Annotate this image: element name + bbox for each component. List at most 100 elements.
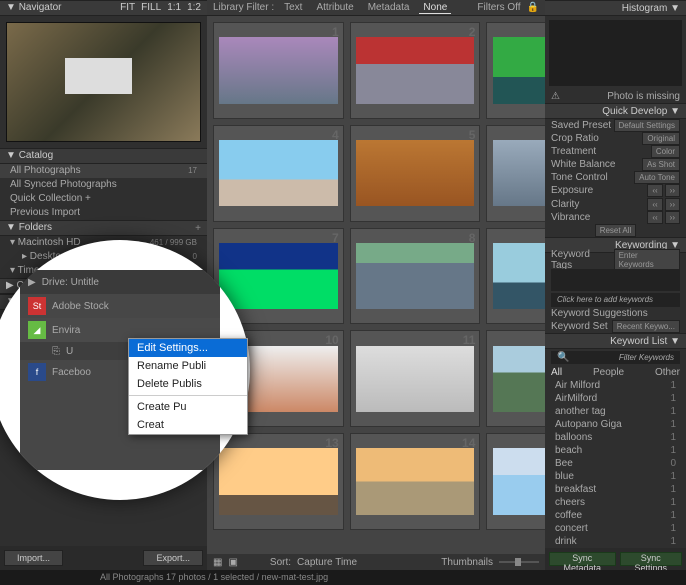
saved-preset-button[interactable]: Default Settings: [614, 119, 680, 132]
thumbnail-cell[interactable]: 6: [486, 125, 545, 222]
histogram-header[interactable]: Histogram ▼: [545, 0, 686, 16]
menu-edit-settings[interactable]: Edit Settings...: [129, 339, 247, 357]
chevron-down-icon: ▼: [6, 0, 16, 16]
navigator-title: Navigator: [19, 0, 62, 16]
keyword-set-button[interactable]: Recent Keywo...: [612, 320, 680, 333]
thumb-size-slider[interactable]: [499, 561, 539, 563]
keyword-item[interactable]: beach1: [545, 444, 686, 457]
sync-settings-button[interactable]: Sync Settings: [620, 552, 682, 566]
keyword-item[interactable]: Autopano Giga1: [545, 418, 686, 431]
envira-label: Envira: [52, 325, 80, 336]
search-icon: 🔍: [557, 352, 569, 363]
keyword-item[interactable]: another tag1: [545, 405, 686, 418]
zoom-1-2[interactable]: 1:2: [187, 0, 201, 16]
keyword-add-input[interactable]: Click here to add keywords: [557, 295, 653, 304]
crop-ratio-button[interactable]: Original: [642, 132, 680, 145]
keyword-item[interactable]: Bee0: [545, 457, 686, 470]
filters-off[interactable]: Filters Off: [477, 2, 520, 13]
treatment-button[interactable]: Color: [651, 145, 680, 158]
chevron-down-icon: ▼: [6, 148, 16, 164]
folders-header[interactable]: ▼ Folders +: [0, 220, 207, 236]
zoom-1-1[interactable]: 1:1: [167, 0, 181, 16]
clarity-plus[interactable]: ››: [665, 198, 680, 211]
keyword-item[interactable]: cheers1: [545, 496, 686, 509]
menu-create-1[interactable]: Create Pu: [129, 398, 247, 416]
navigator-preview[interactable]: [6, 22, 201, 142]
export-button[interactable]: Export...: [143, 550, 203, 566]
thumbnail-cell[interactable]: 14: [350, 433, 481, 530]
thumbnail-cell[interactable]: 1: [213, 22, 344, 119]
thumbnail-cell[interactable]: 13: [213, 433, 344, 530]
library-filter-bar: Library Filter : Text Attribute Metadata…: [207, 0, 545, 16]
keyword-tags-label: Keyword Tags: [551, 249, 614, 271]
filter-tab-text[interactable]: Text: [280, 2, 306, 13]
histogram-area: [549, 20, 682, 86]
quickdev-header[interactable]: Quick Develop ▼: [545, 103, 686, 119]
sort-label: Sort:: [270, 557, 291, 568]
keyword-item[interactable]: drink1: [545, 535, 686, 548]
thumbnail-cell[interactable]: 11: [350, 330, 481, 427]
chevron-right-icon: ▶: [6, 278, 14, 294]
exposure-minus[interactable]: ‹‹: [647, 184, 662, 197]
keyword-item[interactable]: AirMilford1: [545, 392, 686, 405]
kw-tab-other[interactable]: Other: [655, 367, 680, 378]
kw-tab-all[interactable]: All: [551, 367, 562, 378]
thumbnail-cell[interactable]: 8: [350, 228, 481, 325]
reset-all-button[interactable]: Reset All: [595, 224, 637, 237]
histogram-title: Histogram: [622, 3, 668, 14]
thumbnail-cell[interactable]: 9: [486, 228, 545, 325]
kw-tab-people[interactable]: People: [593, 367, 624, 378]
vibrance-minus[interactable]: ‹‹: [647, 211, 662, 224]
publish-hard-drive[interactable]: ▶ Drive: Untitle: [20, 270, 220, 294]
catalog-item[interactable]: Quick Collection +: [0, 192, 207, 206]
thumbnail-cell[interactable]: 15: [486, 433, 545, 530]
menu-create-2[interactable]: Creat: [129, 416, 247, 434]
filter-tab-metadata[interactable]: Metadata: [364, 2, 414, 13]
catalog-item[interactable]: Previous Import: [0, 206, 207, 220]
grid-view-icon[interactable]: ▦: [213, 557, 222, 568]
catalog-item[interactable]: All Synced Photographs: [0, 178, 207, 192]
crop-ratio-label: Crop Ratio: [551, 133, 599, 144]
sort-value[interactable]: Capture Time: [297, 557, 357, 568]
filter-tab-none[interactable]: None: [419, 2, 451, 14]
keywordlist-header[interactable]: Keyword List ▼: [545, 333, 686, 349]
chevron-down-icon: ▼: [670, 106, 680, 117]
clarity-minus[interactable]: ‹‹: [647, 198, 662, 211]
left-bottom-buttons: Import... Export...: [0, 546, 207, 570]
toolbar: ▦ ▣ Sort: Capture Time Thumbnails: [207, 554, 545, 570]
catalog-header[interactable]: ▼ Catalog: [0, 148, 207, 164]
lock-icon[interactable]: 🔒: [527, 2, 539, 13]
keyword-tags-button[interactable]: Enter Keywords: [614, 249, 680, 271]
auto-tone-button[interactable]: Auto Tone: [634, 171, 680, 184]
thumbnail-cell[interactable]: 4: [213, 125, 344, 222]
thumbnail-grid[interactable]: 123456789101112131415: [207, 16, 545, 536]
thumbnail-cell[interactable]: 5: [350, 125, 481, 222]
thumbnail-cell[interactable]: 2: [350, 22, 481, 119]
menu-rename-publish[interactable]: Rename Publi: [129, 357, 247, 375]
sync-metadata-button[interactable]: Sync Metadata: [549, 552, 616, 566]
keyword-item[interactable]: blue1: [545, 470, 686, 483]
facebook-icon: f: [28, 363, 46, 381]
filter-tab-attribute[interactable]: Attribute: [312, 2, 357, 13]
publish-adobe-stock[interactable]: St Adobe Stock: [20, 294, 220, 318]
keyword-item[interactable]: Air Milford1: [545, 379, 686, 392]
context-menu: Edit Settings... Rename Publi Delete Pub…: [128, 338, 248, 435]
wb-button[interactable]: As Shot: [642, 158, 680, 171]
loupe-view-icon[interactable]: ▣: [228, 557, 237, 568]
zoom-fill[interactable]: FILL: [141, 0, 161, 16]
menu-delete-publish[interactable]: Delete Publis: [129, 375, 247, 393]
keyword-item[interactable]: coffee1: [545, 509, 686, 522]
catalog-item[interactable]: All Photographs17: [0, 164, 207, 178]
keyword-item[interactable]: breakfast1: [545, 483, 686, 496]
import-button[interactable]: Import...: [4, 550, 63, 566]
vibrance-plus[interactable]: ››: [665, 211, 680, 224]
exposure-plus[interactable]: ››: [665, 184, 680, 197]
keyword-filter-input[interactable]: Filter Keywords: [619, 353, 674, 362]
zoom-fit[interactable]: FIT: [120, 0, 135, 16]
thumbnail-cell[interactable]: 3: [486, 22, 545, 119]
keyword-item[interactable]: balloons1: [545, 431, 686, 444]
thumbnail-cell[interactable]: 12: [486, 330, 545, 427]
keyword-item[interactable]: concert1: [545, 522, 686, 535]
navigator-header[interactable]: ▼ Navigator FIT FILL 1:1 1:2: [0, 0, 207, 16]
keyword-textarea[interactable]: [551, 269, 680, 292]
